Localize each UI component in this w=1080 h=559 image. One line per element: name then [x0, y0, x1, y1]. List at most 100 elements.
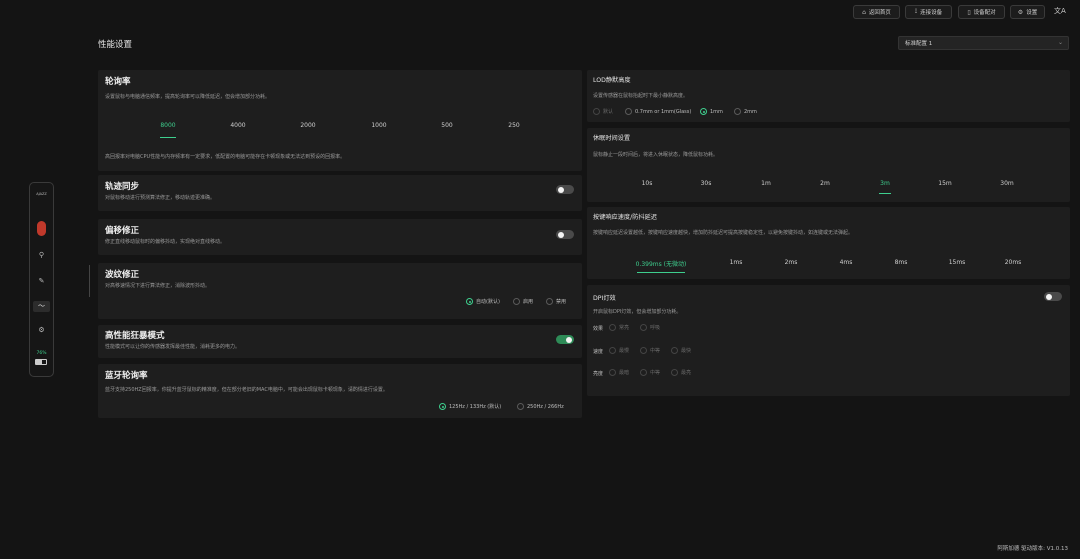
lod-default-radio[interactable]: 默认 [593, 108, 613, 115]
polling-option-4000[interactable]: 4000 [230, 122, 245, 129]
track-sync-title: 轨迹同步 [105, 182, 140, 192]
bluetooth-title: 蓝牙轮询率 [105, 371, 148, 381]
speed-slow-radio[interactable]: 最慢 [609, 347, 629, 354]
offset-toggle[interactable] [556, 230, 574, 239]
chevron-down-icon: ⌄ [1057, 39, 1063, 46]
dpi-light-toggle[interactable] [1044, 292, 1062, 301]
page-title: 性能设置 [98, 40, 133, 50]
ripple-disable-radio[interactable]: 禁用 [546, 298, 566, 305]
sleep-selected-underline [879, 193, 891, 194]
signal-icon: ⟟ [914, 8, 918, 15]
track-sync-desc: 对鼠标移动进行预测算法修正，移动轨迹更准确。 [105, 195, 216, 201]
dpi-light-title: DPI灯效 [593, 295, 616, 302]
debounce-option-1ms[interactable]: 1ms [730, 259, 743, 266]
ripple-card: 波纹修正 对高移速情况下进行算法修正，消除波形抖动。 自动(默认) 启用 禁用 [98, 263, 582, 319]
lod-1mm-radio[interactable]: 1mm [700, 108, 723, 115]
debounce-option-20ms[interactable]: 20ms [1005, 259, 1022, 266]
polling-option-2000[interactable]: 2000 [300, 122, 315, 129]
sleep-title: 休眠时间设置 [593, 135, 631, 142]
pair-device-button[interactable]: ▯ 设备配对 [958, 5, 1005, 19]
debounce-option-4ms[interactable]: 4ms [840, 259, 853, 266]
polling-option-8000[interactable]: 8000 [160, 122, 175, 129]
sleep-option-1m[interactable]: 1m [761, 180, 771, 187]
mouse-icon[interactable] [37, 221, 46, 236]
version-footer: 阿斯加德 驱动版本: V1.0.13 [997, 546, 1068, 552]
lod-2mm-radio[interactable]: 2mm [734, 108, 757, 115]
gear-icon[interactable]: ⚙ [30, 326, 53, 334]
effect-label: 效果 [593, 326, 604, 332]
track-sync-toggle[interactable] [556, 185, 574, 194]
offset-card: 偏移修正 修正直线移动鼠标时的偏移抖动，实现绝对直线移动。 [98, 219, 582, 255]
battery-percent: 76% [36, 351, 47, 356]
bluetooth-125hz-radio[interactable]: 125Hz / 133Hz (默认) [439, 403, 501, 410]
polling-note: 高回报率对电脑CPU性能与内存频率有一定要求，低配置的电脑可能存在卡顿现象或无法… [105, 154, 346, 160]
debounce-option-2ms[interactable]: 2ms [785, 259, 798, 266]
dpi-light-card: DPI灯效 开启鼠标DPI灯效，但会增加部分功耗。 效果 常亮 呼吸 速度 最慢… [587, 285, 1070, 396]
sleep-option-30m[interactable]: 30m [1000, 180, 1013, 187]
mouse-icon: ▯ [967, 8, 971, 16]
brightness-bright-radio[interactable]: 最亮 [671, 369, 691, 376]
debounce-card: 按键响应速度/防抖延迟 按键响应延迟设置越低，按键响应速度越快，增加防抖延迟可提… [587, 207, 1070, 279]
sleep-time-card: 休眠时间设置 鼠标静止一段时间后，将进入休眠状态，降低鼠标功耗。 10s 30s… [587, 128, 1070, 202]
sleep-option-30s[interactable]: 30s [701, 180, 712, 187]
translate-icon[interactable]: 文A [1054, 6, 1066, 16]
frenzy-title: 高性能狂暴模式 [105, 331, 165, 341]
speed-fast-radio[interactable]: 最快 [671, 347, 691, 354]
lod-desc: 设置传感器在鼠标抬起时下最小静默高度。 [593, 93, 689, 99]
debounce-option-0399[interactable]: 0.399ms (无微动) [636, 259, 687, 268]
dpi-light-desc: 开启鼠标DPI灯效，但会增加部分功耗。 [593, 309, 682, 315]
polling-desc: 设置鼠标与电脑通信频率，提高轮询率可以降低延迟，但会增加部分功耗。 [105, 94, 271, 100]
brightness-dim-radio[interactable]: 最暗 [609, 369, 629, 376]
speed-medium-radio[interactable]: 中等 [640, 347, 660, 354]
debounce-selected-underline [637, 272, 685, 273]
debounce-title: 按键响应速度/防抖延迟 [593, 214, 657, 221]
gear-icon: ⚙ [1017, 8, 1024, 16]
polling-option-250[interactable]: 250 [508, 122, 519, 129]
brightness-label: 亮度 [593, 371, 604, 377]
polling-title: 轮询率 [105, 77, 131, 87]
performance-icon[interactable]: 〜 [33, 301, 50, 312]
debounce-desc: 按键响应延迟设置越低，按键响应速度越快，增加防抖延迟可提高按键稳定性，以避免按键… [593, 230, 854, 236]
brightness-medium-radio[interactable]: 中等 [640, 369, 660, 376]
frenzy-desc: 性能模式可以让你的传感器发挥最佳性能，消耗更多的电力。 [105, 344, 241, 350]
debounce-option-8ms[interactable]: 8ms [895, 259, 908, 266]
sidebar-divider [89, 265, 90, 297]
ripple-enable-radio[interactable]: 启用 [513, 298, 533, 305]
connect-device-button[interactable]: ⟟ 连接设备 [905, 5, 952, 19]
offset-desc: 修正直线移动鼠标时的偏移抖动，实现绝对直线移动。 [105, 239, 226, 245]
bluetooth-250hz-radio[interactable]: 250Hz / 266Hz [517, 403, 564, 410]
ripple-auto-radio[interactable]: 自动(默认) [466, 298, 500, 305]
lod-glass-radio[interactable]: 0.7mm or 1mm(Glass) [625, 108, 691, 115]
sleep-option-2m[interactable]: 2m [820, 180, 830, 187]
debounce-option-15ms[interactable]: 15ms [949, 259, 966, 266]
sleep-option-10s[interactable]: 10s [642, 180, 653, 187]
frenzy-toggle[interactable] [556, 335, 574, 344]
bluetooth-desc: 蓝牙支持250HZ回报率，你提升蓝牙鼠标的精准度，但在部分老旧的MAC电脑中，可… [105, 387, 388, 393]
device-sidebar: AJAZZ ⚲ ✎ 〜 ⚙ 76% [29, 182, 54, 377]
lod-title: LOD静默高度 [593, 77, 631, 84]
sleep-option-15m[interactable]: 15m [938, 180, 951, 187]
home-button[interactable]: ⌂ 返回首页 [853, 5, 900, 19]
track-sync-card: 轨迹同步 对鼠标移动进行预测算法修正，移动轨迹更准确。 [98, 175, 582, 211]
effect-steady-radio[interactable]: 常亮 [609, 324, 629, 331]
tools-icon[interactable]: ✎ [30, 277, 53, 285]
speed-label: 速度 [593, 349, 604, 355]
battery-icon [35, 359, 47, 365]
polling-selected-underline [160, 137, 176, 138]
polling-rate-card: 轮询率 设置鼠标与电脑通信频率，提高轮询率可以降低延迟，但会增加部分功耗。 80… [98, 70, 582, 171]
sleep-option-3m[interactable]: 3m [880, 180, 890, 187]
key-icon[interactable]: ⚲ [30, 251, 53, 259]
bluetooth-polling-card: 蓝牙轮询率 蓝牙支持250HZ回报率，你提升蓝牙鼠标的精准度，但在部分老旧的MA… [98, 364, 582, 418]
profile-select[interactable]: 标准配置 1 ⌄ [898, 36, 1069, 50]
settings-button[interactable]: ⚙ 设置 [1010, 5, 1045, 19]
polling-option-1000[interactable]: 1000 [371, 122, 386, 129]
home-icon: ⌂ [862, 8, 866, 16]
polling-option-500[interactable]: 500 [441, 122, 452, 129]
ripple-title: 波纹修正 [105, 270, 140, 280]
sleep-desc: 鼠标静止一段时间后，将进入休眠状态，降低鼠标功耗。 [593, 152, 719, 158]
frenzy-mode-card: 高性能狂暴模式 性能模式可以让你的传感器发挥最佳性能，消耗更多的电力。 [98, 325, 582, 358]
brand-logo: AJAZZ [36, 192, 47, 196]
ripple-desc: 对高移速情况下进行算法修正，消除波形抖动。 [105, 283, 211, 289]
lod-card: LOD静默高度 设置传感器在鼠标抬起时下最小静默高度。 默认 0.7mm or … [587, 70, 1070, 122]
effect-breath-radio[interactable]: 呼吸 [640, 324, 660, 331]
